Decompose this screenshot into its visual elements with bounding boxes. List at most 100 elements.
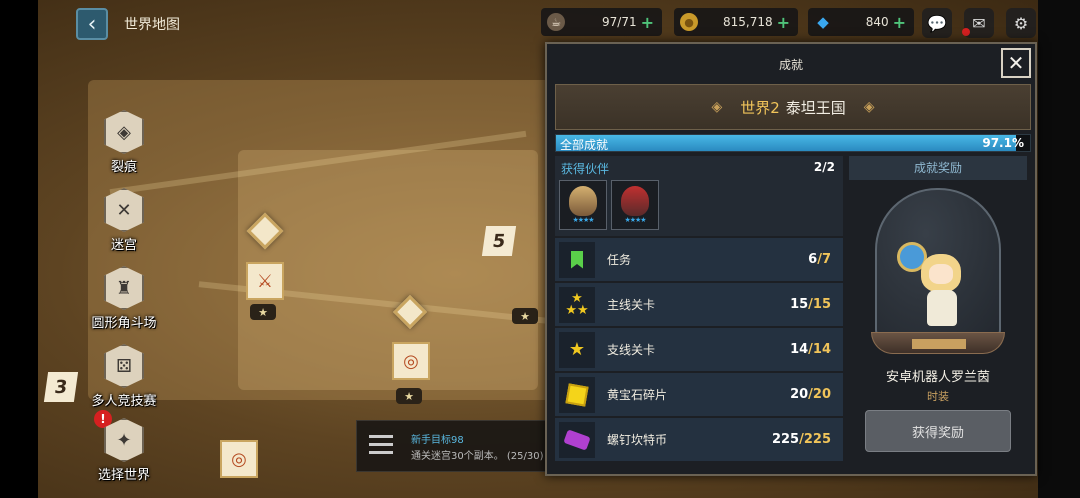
progress-value: 97.1% — [982, 136, 1024, 150]
costume-figure-body — [927, 290, 957, 326]
ornament-left-icon: ◈ — [711, 99, 723, 115]
menu-icon[interactable] — [369, 435, 393, 459]
stage-star-chip: ★ — [250, 304, 276, 320]
chat-bubble-icon: 💬 — [927, 13, 947, 33]
row-label: 支线关卡 — [607, 343, 656, 357]
add-gold-icon[interactable]: + — [777, 13, 790, 32]
map-stage-tile[interactable]: ◎ — [220, 440, 258, 478]
labyrinth-emblem-icon: ✕ — [104, 188, 144, 232]
gem-resource[interactable]: ◆ 840 + — [808, 8, 914, 36]
menu-colosseum-label: 圆形角斗场 — [91, 316, 157, 331]
row-label: 黄宝石碎片 — [607, 388, 668, 402]
row-value: 20/20 — [790, 387, 831, 402]
dome-pedestal — [871, 332, 1005, 354]
stage-star-chip: ★ — [512, 308, 538, 324]
partner-avatar-icon — [621, 186, 649, 216]
progress-fill — [556, 135, 1017, 151]
costume-figure-face — [929, 264, 953, 284]
gem-value: 840 — [865, 15, 889, 29]
map-stage-tile[interactable]: ⚔ — [246, 262, 284, 300]
claim-reward-button[interactable]: 获得奖励 — [865, 410, 1011, 452]
partners-count: 2/2 — [813, 160, 835, 174]
list-item[interactable]: 黄宝石碎片 20/20 — [555, 373, 843, 416]
page-title: 世界地图 — [124, 17, 180, 33]
ornament-right-icon: ◈ — [863, 99, 875, 115]
star-icon: ★ — [559, 331, 595, 368]
gold-resource[interactable]: ● 815,718 + — [674, 8, 798, 36]
partner-avatar-icon — [569, 186, 597, 216]
overall-progress-bar: 全部成就 97.1% — [555, 134, 1031, 152]
world-header: ◈ 世界2 泰坦王国 ◈ — [555, 84, 1031, 130]
achievement-list: 任务 6/7 ★ ★★ 主线关卡 15/15 ★ 支线关卡 14/14 黄宝石碎片… — [555, 238, 843, 463]
reward-type: 时装 — [927, 390, 949, 403]
topaz-cube-icon — [559, 376, 595, 413]
row-value: 15/15 — [790, 297, 831, 312]
gold-value: 815,718 — [722, 15, 773, 29]
menu-select-world-label: 选择世界 — [97, 468, 150, 483]
menu-select-world[interactable]: ✦ 选择世界 — [88, 418, 160, 483]
gem-icon: ◆ — [817, 13, 829, 31]
row-value: 225/225 — [771, 432, 831, 447]
screw-coin-icon — [559, 421, 595, 458]
row-value: 14/14 — [790, 342, 831, 357]
partners-label: 获得伙伴 — [561, 162, 610, 176]
reward-name: 安卓机器人罗兰茵 — [885, 370, 990, 385]
add-stamina-icon[interactable]: + — [641, 13, 654, 32]
achievement-panel: 成就 ✕ ◈ 世界2 泰坦王国 ◈ 全部成就 97.1% 获得伙伴 2/2 ★★… — [545, 42, 1037, 476]
gold-coin-icon: ● — [680, 13, 698, 31]
partner-rank-stars: ★★★★ — [624, 216, 646, 224]
row-label: 主线关卡 — [607, 298, 656, 312]
row-label: 任务 — [607, 253, 632, 267]
map-stage-tile[interactable]: ◎ — [392, 342, 430, 380]
mail-notification-dot — [962, 28, 970, 36]
quest-title: 新手目标98 — [411, 435, 464, 446]
partner-rank-stars: ★★★★ — [572, 216, 594, 224]
close-button[interactable]: ✕ — [1001, 48, 1031, 78]
menu-rift-label: 裂痕 — [110, 160, 137, 175]
chevron-left-icon: ‹ — [87, 11, 97, 37]
menu-multiplayer-label: 多人竞技赛 — [91, 394, 157, 409]
partner-slot[interactable]: ★★★★ — [559, 180, 607, 230]
multiplayer-dice-icon: ⚄ — [104, 344, 144, 388]
three-stars-icon: ★ ★★ — [559, 286, 595, 323]
menu-colosseum[interactable]: ♜ 圆形角斗场 — [88, 266, 160, 331]
stage-star-chip: ★ — [396, 388, 422, 404]
menu-labyrinth[interactable]: ✕ 迷宫 — [88, 188, 160, 253]
left-letterbox — [0, 0, 38, 498]
world-name: 泰坦王国 — [785, 98, 846, 117]
row-value: 6/7 — [808, 252, 831, 267]
quest-description: 通关迷宫30个副本。 (25/30) — [411, 451, 544, 462]
colosseum-emblem-icon: ♜ — [104, 266, 144, 310]
stamina-cup-icon: ☕ — [547, 13, 565, 31]
list-item[interactable]: 任务 6/7 — [555, 238, 843, 281]
partner-slot[interactable]: ★★★★ — [611, 180, 659, 230]
reward-header: 成就奖励 — [849, 156, 1027, 180]
close-icon: ✕ — [1007, 51, 1025, 75]
add-gem-icon[interactable]: + — [893, 13, 906, 32]
chat-button[interactable]: 💬 — [922, 8, 952, 38]
stage-number-badge: 3 — [43, 372, 79, 402]
world-compass-icon: ✦ — [104, 418, 144, 462]
right-letterbox — [1038, 0, 1080, 498]
bookmark-icon — [559, 241, 595, 278]
world-number: 世界2 — [740, 98, 780, 117]
menu-rift[interactable]: ◈ 裂痕 — [88, 110, 160, 175]
beginner-quest-bar[interactable]: 新手目标98 通关迷宫30个副本。 (25/30) — [356, 420, 548, 472]
list-item[interactable]: 螺钉坎特币 225/225 — [555, 418, 843, 461]
gear-icon: ⚙ — [1013, 13, 1029, 33]
settings-button[interactable]: ⚙ — [1006, 8, 1036, 38]
list-item[interactable]: ★ 支线关卡 14/14 — [555, 328, 843, 371]
menu-labyrinth-label: 迷宫 — [110, 238, 137, 253]
rift-emblem-icon: ◈ — [104, 110, 144, 154]
mail-icon: ✉ — [972, 13, 986, 33]
list-item[interactable]: ★ ★★ 主线关卡 15/15 — [555, 283, 843, 326]
progress-label: 全部成就 — [560, 138, 609, 152]
stamina-resource[interactable]: ☕ 97/71 + — [541, 8, 662, 36]
partners-section: 获得伙伴 2/2 ★★★★ ★★★★ — [555, 156, 843, 236]
stage-number-badge: 5 — [481, 226, 517, 256]
back-button[interactable]: ‹ — [76, 8, 108, 40]
menu-multiplayer[interactable]: ⚄ 多人竞技赛 — [88, 344, 160, 409]
reward-section: 安卓机器人罗兰茵 时装 获得奖励 — [849, 182, 1027, 472]
stamina-value: 97/71 — [602, 15, 637, 29]
row-label: 螺钉坎特币 — [607, 433, 668, 447]
